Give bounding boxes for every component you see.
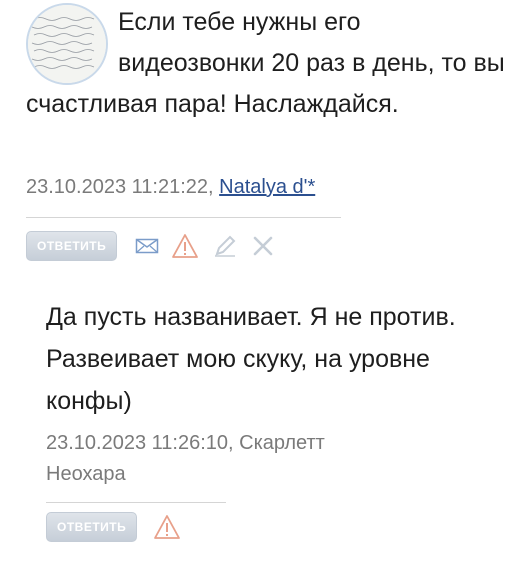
- warning-icon[interactable]: [171, 232, 199, 260]
- divider: [26, 217, 341, 218]
- divider: [46, 502, 226, 503]
- comment-2-meta: 23.10.2023 11:26:10, Скарлетт Неохара: [46, 432, 325, 485]
- reply-button[interactable]: ответить: [46, 512, 138, 542]
- edit-icon[interactable]: [211, 232, 239, 260]
- comment-2-actions: ответить: [46, 512, 181, 542]
- comment-1-text: Если тебе нужны его видеозвонки 20 раз в…: [26, 8, 505, 118]
- envelope-icon[interactable]: [133, 232, 161, 260]
- comment-1-meta: 23.10.2023 11:21:22, Natalya d'*: [26, 176, 315, 199]
- comment-1-date: 23.10.2023 11:21:22,: [26, 176, 220, 198]
- warning-icon[interactable]: [153, 513, 181, 541]
- comment-2-text: Да пусть названивает. Я не против. Разве…: [46, 303, 456, 415]
- delete-icon[interactable]: [249, 232, 277, 260]
- comment-1-author-link[interactable]: Natalya d'*: [219, 176, 315, 198]
- comment-1-actions: ответить: [26, 231, 277, 261]
- reply-button[interactable]: ответить: [26, 231, 118, 261]
